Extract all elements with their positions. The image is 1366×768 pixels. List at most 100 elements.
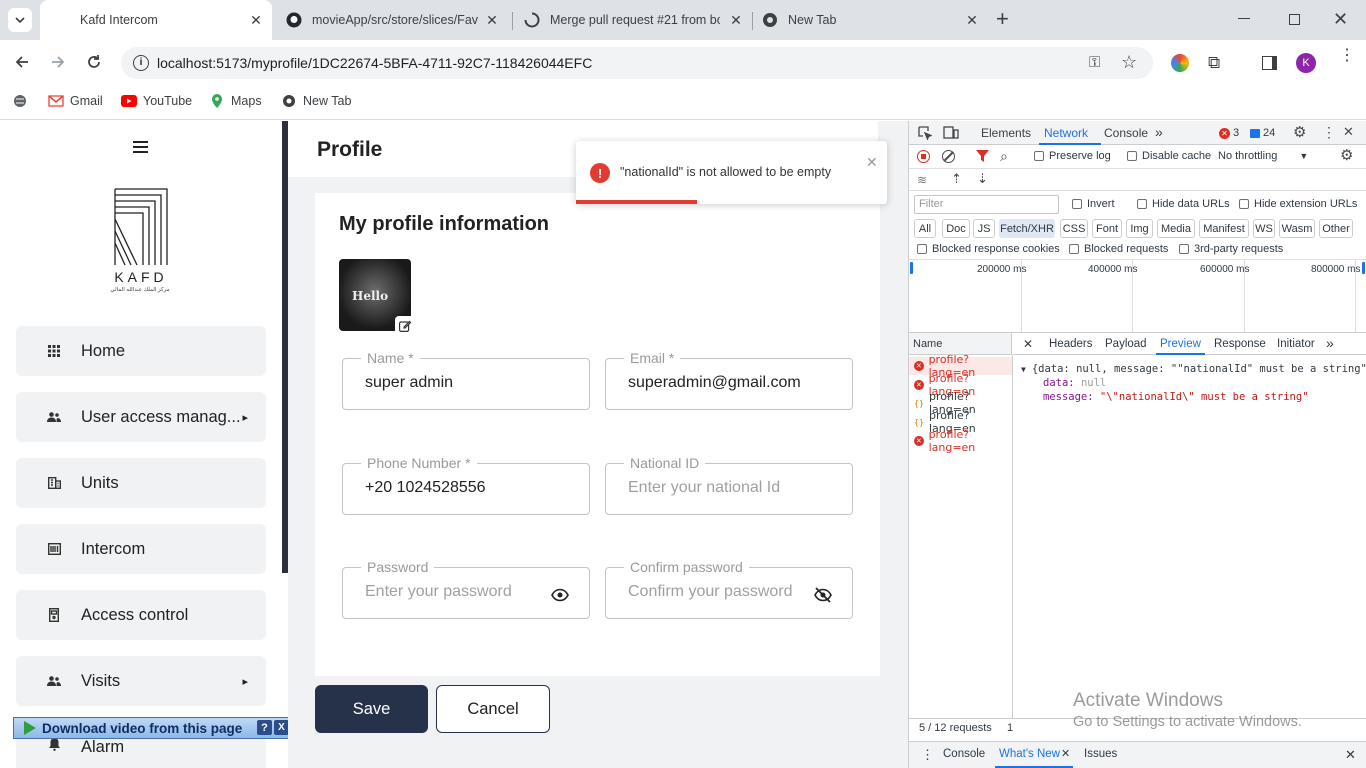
side-panel-icon[interactable]	[1262, 56, 1277, 70]
throttling-select[interactable]: No throttling ▼	[1218, 150, 1308, 162]
tab-new-tab[interactable]: New Tab ✕	[752, 0, 988, 40]
network-settings-icon[interactable]: ⚙	[1340, 146, 1353, 164]
preview-summary-row[interactable]: ▼ {data: null, message: ""nationalId" mus…	[1021, 363, 1366, 375]
hamburger-menu-icon[interactable]	[133, 141, 148, 153]
blocked-cookies-checkbox[interactable]: Blocked response cookies	[917, 243, 1060, 255]
password-placeholder[interactable]: Enter your password	[365, 583, 512, 601]
chip-font[interactable]: Font	[1092, 219, 1122, 238]
profile-avatar[interactable]: K	[1296, 53, 1316, 73]
bookmark-apps[interactable]	[12, 92, 34, 110]
sidebar-item-visits[interactable]: Visits ▸	[16, 656, 266, 706]
download-video-bar[interactable]: Download video from this page ? X	[13, 717, 290, 739]
devtools-menu-icon[interactable]: ⋮	[1322, 124, 1336, 141]
password-field[interactable]: Password Enter your password	[342, 559, 590, 619]
url-text[interactable]: localhost:5173/myprofile/1DC22674-5BFA-4…	[157, 55, 592, 71]
drawer-tab-console[interactable]: Console	[943, 748, 985, 760]
import-har-icon[interactable]: ⇡	[951, 171, 962, 187]
close-tab-icon[interactable]: ✕	[248, 12, 264, 28]
close-tab-icon[interactable]: ✕	[964, 12, 980, 28]
name-value[interactable]: super admin	[365, 374, 453, 392]
tab-payload[interactable]: Payload	[1105, 338, 1147, 350]
tab-merge-pull-request[interactable]: Merge pull request #21 from bo ✕	[512, 0, 752, 40]
hide-data-urls-checkbox[interactable]: Hide data URLs	[1137, 198, 1230, 210]
download-video-label[interactable]: Download video from this page	[42, 721, 242, 736]
tab-headers[interactable]: Headers	[1049, 338, 1092, 350]
sidebar-item-user-access[interactable]: User access manag... ▸	[16, 392, 266, 442]
invert-checkbox[interactable]: Invert	[1072, 198, 1115, 210]
close-tab-icon[interactable]: ✕	[728, 12, 744, 28]
phone-value[interactable]: +20 1024528556	[365, 479, 486, 497]
tab-initiator[interactable]: Initiator	[1277, 338, 1315, 350]
tab-search-button[interactable]	[8, 8, 32, 32]
bookmark-maps[interactable]: Maps	[209, 92, 262, 110]
edit-avatar-button[interactable]	[395, 316, 415, 336]
phone-field[interactable]: Phone Number * +20 1024528556	[342, 455, 590, 515]
sidebar-item-intercom[interactable]: Intercom	[16, 524, 266, 574]
preserve-log-checkbox[interactable]: Preserve log	[1034, 150, 1111, 162]
tab-github-movieapp[interactable]: movieApp/src/store/slices/Favo ✕	[276, 0, 508, 40]
chip-ws[interactable]: WS	[1253, 219, 1275, 238]
sidebar-item-home[interactable]: Home	[16, 326, 266, 376]
close-detail-icon[interactable]: ✕	[1023, 337, 1033, 351]
eye-icon[interactable]	[551, 586, 569, 604]
confirm-password-field[interactable]: Confirm password Confirm your password	[605, 559, 853, 619]
disable-cache-checkbox[interactable]: Disable cache	[1127, 150, 1211, 162]
request-row[interactable]: ✕ profile?lang=en	[909, 428, 1012, 454]
filter-input[interactable]: Filter	[914, 195, 1059, 214]
sidebar-item-access-control[interactable]: Access control	[16, 590, 266, 640]
cancel-button[interactable]: Cancel	[436, 685, 550, 733]
search-icon[interactable]: ⌕	[1000, 148, 1008, 165]
filter-funnel-icon[interactable]	[976, 150, 989, 163]
chip-css[interactable]: CSS	[1060, 219, 1088, 238]
tab-response[interactable]: Response	[1214, 338, 1266, 350]
forward-button[interactable]	[49, 53, 69, 73]
inspect-icon[interactable]	[918, 126, 932, 140]
export-har-icon[interactable]: ⇣	[977, 171, 988, 187]
email-value[interactable]: superadmin@gmail.com	[628, 374, 801, 392]
record-stop-icon[interactable]	[917, 150, 930, 163]
bookmark-gmail[interactable]: Gmail	[48, 92, 103, 110]
browser-menu-icon[interactable]: ⋮	[1339, 48, 1355, 64]
device-toolbar-icon[interactable]	[943, 126, 959, 140]
sidebar-item-units[interactable]: Units	[16, 458, 266, 508]
eye-off-icon[interactable]	[814, 586, 832, 604]
drawer-menu-icon[interactable]: ⋮	[921, 747, 934, 763]
message-count[interactable]: 24	[1250, 127, 1275, 139]
expand-triangle-icon[interactable]: ▼	[1021, 365, 1026, 374]
national-id-field[interactable]: National ID Enter your national Id	[605, 455, 853, 515]
drawer-tab-issues[interactable]: Issues	[1084, 748, 1117, 760]
tab-elements[interactable]: Elements	[981, 126, 1031, 140]
chip-img[interactable]: Img	[1126, 219, 1153, 238]
restore-button[interactable]	[1289, 14, 1300, 25]
bookmark-youtube[interactable]: YouTube	[121, 92, 192, 110]
tab-kafd-intercom[interactable]: Kafd Intercom ✕	[40, 0, 272, 40]
chip-other[interactable]: Other	[1319, 219, 1353, 238]
close-window-button[interactable]: ✕	[1333, 9, 1348, 30]
star-icon[interactable]: ☆	[1121, 52, 1137, 73]
timeline-handle-left[interactable]	[910, 262, 913, 274]
preview-tree[interactable]: ▼ {data: null, message: ""nationalId" mus…	[1021, 363, 1366, 403]
timeline-handle-right[interactable]	[1362, 262, 1365, 274]
chip-fetch-xhr[interactable]: Fetch/XHR	[999, 219, 1055, 238]
timeline-overview[interactable]: 200000 ms 400000 ms 600000 ms 800000 ms	[909, 260, 1366, 332]
chip-manifest[interactable]: Manifest	[1199, 219, 1249, 238]
new-tab-button[interactable]: +	[996, 8, 1016, 30]
network-conditions-icon[interactable]: ≋	[917, 173, 927, 187]
name-field[interactable]: Name * super admin	[342, 350, 590, 410]
chip-js[interactable]: JS	[973, 219, 995, 238]
bookmark-new-tab[interactable]: New Tab	[281, 92, 351, 110]
settings-gear-icon[interactable]: ⚙	[1293, 123, 1306, 141]
clear-icon[interactable]	[942, 150, 955, 163]
close-bar-icon[interactable]: X	[274, 720, 289, 735]
hide-extension-urls-checkbox[interactable]: Hide extension URLs	[1239, 198, 1357, 210]
address-bar[interactable]: i localhost:5173/myprofile/1DC22674-5BFA…	[121, 47, 1153, 79]
chip-media[interactable]: Media	[1157, 219, 1195, 238]
error-count[interactable]: ✕ 3	[1219, 127, 1239, 139]
site-info-icon[interactable]: i	[133, 55, 149, 71]
national-id-placeholder[interactable]: Enter your national Id	[628, 479, 780, 497]
third-party-checkbox[interactable]: 3rd-party requests	[1179, 243, 1283, 255]
tab-network[interactable]: Network	[1044, 126, 1088, 140]
more-detail-tabs-icon[interactable]: »	[1326, 335, 1334, 351]
reload-button[interactable]	[85, 53, 105, 73]
back-button[interactable]	[13, 53, 33, 73]
